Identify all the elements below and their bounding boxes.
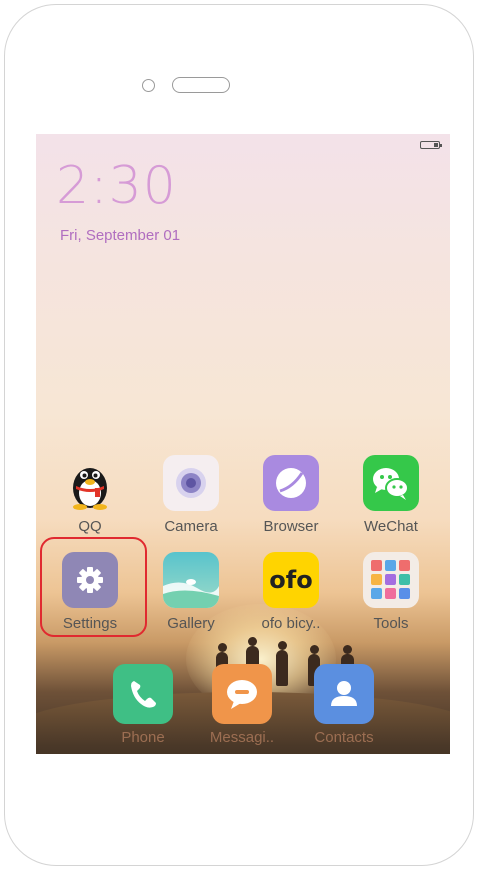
app-label: QQ [78, 518, 102, 535]
app-qq[interactable]: QQ [50, 455, 130, 535]
svg-text:ofo: ofo [269, 566, 312, 594]
app-label: Tools [373, 615, 409, 632]
clock-date: Fri, September 01 [60, 227, 181, 244]
dock-phone[interactable]: Phone [103, 664, 183, 746]
dock-label: Contacts [314, 729, 374, 746]
message-bubble-icon [212, 664, 272, 724]
dock-label: Phone [121, 729, 165, 746]
camera-lens-icon [163, 455, 219, 511]
gallery-landscape-icon [163, 552, 219, 608]
app-label: WeChat [364, 518, 418, 535]
phone-handset-icon [113, 664, 173, 724]
browser-globe-icon [263, 455, 319, 511]
dock-messaging[interactable]: Messagi.. [202, 664, 282, 746]
app-tools[interactable]: Tools [351, 552, 431, 632]
clock-time: 2:30 [56, 156, 177, 216]
home-screen: 2:30 Fri, September 01 QQ Camera Browser… [36, 134, 450, 754]
front-camera-icon [142, 79, 155, 92]
contact-person-icon [314, 664, 374, 724]
app-label: ofo bicy.. [261, 615, 321, 632]
speaker-grille-icon [172, 77, 230, 93]
settings-highlight-box [40, 537, 147, 637]
app-label: Browser [263, 518, 319, 535]
app-label: Gallery [167, 615, 215, 632]
tools-folder-icon [363, 552, 419, 608]
ofo-logo-icon: ofo [263, 552, 319, 608]
app-browser[interactable]: Browser [251, 455, 331, 535]
wechat-bubbles-icon [363, 455, 419, 511]
app-camera[interactable]: Camera [151, 455, 231, 535]
app-label: Camera [164, 518, 218, 535]
battery-icon [420, 141, 442, 149]
dock-contacts[interactable]: Contacts [304, 664, 384, 746]
app-wechat[interactable]: WeChat [351, 455, 431, 535]
app-ofo[interactable]: ofo ofo bicy.. [251, 552, 331, 632]
app-gallery[interactable]: Gallery [151, 552, 231, 632]
qq-penguin-icon [62, 455, 118, 511]
dock-label: Messagi.. [209, 729, 275, 746]
